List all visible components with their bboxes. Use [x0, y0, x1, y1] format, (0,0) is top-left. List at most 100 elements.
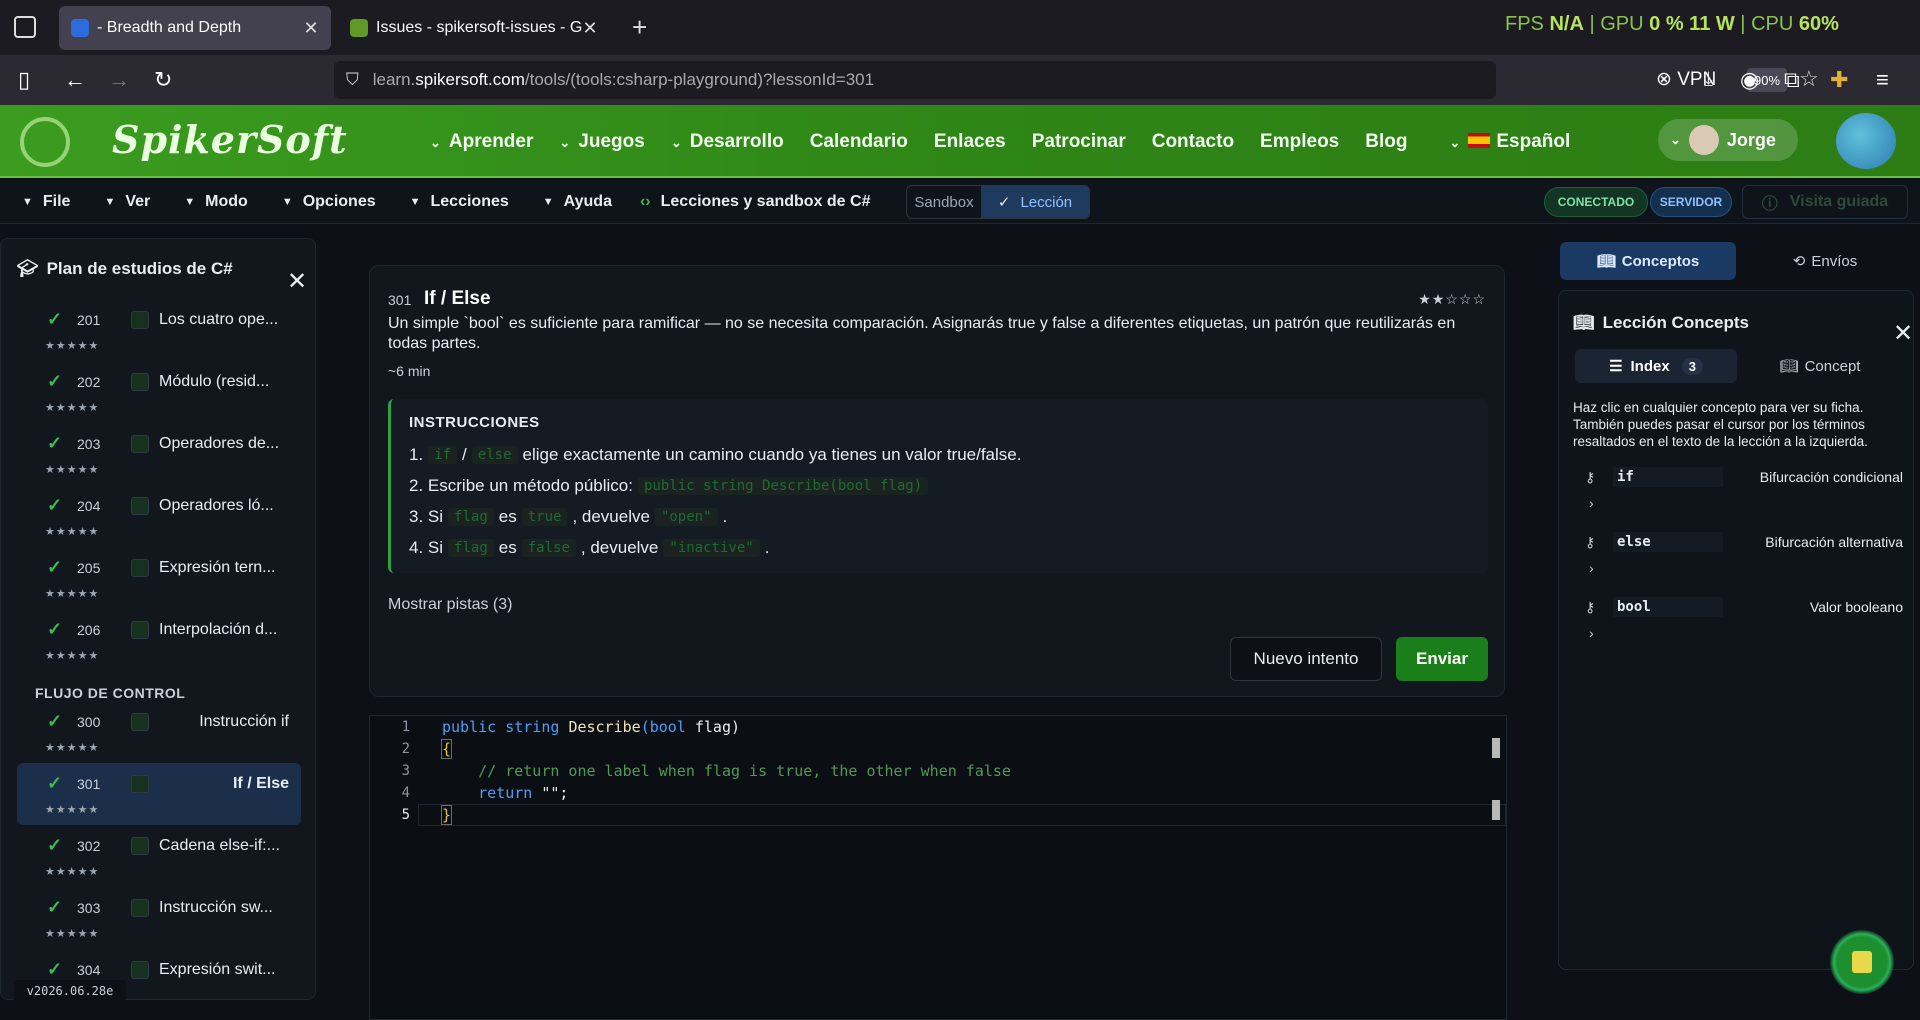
- lesson-item[interactable]: ✓ 302 Cadena else-if:... ★★★★★: [17, 825, 301, 887]
- breadcrumb: ‹› Lecciones y sandbox de C#: [640, 193, 871, 211]
- lesson-item-selected[interactable]: ✓ 301 If / Else ★★★★★: [17, 763, 301, 825]
- code-content[interactable]: public string Describe(bool flag) { // r…: [440, 716, 1011, 826]
- mode-lesson-button[interactable]: ✓ Lección: [981, 186, 1089, 218]
- account-icon[interactable]: ◉: [1740, 67, 1759, 93]
- nav-blog[interactable]: Blog: [1365, 131, 1407, 153]
- count-badge: 3: [1681, 357, 1703, 375]
- lesson-title: Módulo (resid...: [159, 373, 270, 390]
- menu-file[interactable]: ▼ File: [22, 193, 70, 211]
- menu-ayuda[interactable]: ▼ Ayuda: [543, 193, 612, 211]
- menu-modo[interactable]: ▼ Modo: [184, 193, 248, 211]
- concept-item-bool[interactable]: ⚷ bool Valor booleano ›: [1573, 597, 1903, 657]
- shield-icon: ⛉: [346, 70, 359, 89]
- power-value: 11 W: [1689, 13, 1735, 35]
- reload-icon[interactable]: ↻: [154, 67, 172, 93]
- tab-list-icon[interactable]: [14, 16, 36, 38]
- menu-opciones[interactable]: ▼ Opciones: [282, 193, 376, 211]
- lesson-title: If / Else: [232, 775, 289, 792]
- close-icon[interactable]: ✕: [287, 267, 307, 296]
- inline-code: flag: [448, 538, 494, 557]
- mode-sandbox-button[interactable]: Sandbox: [907, 186, 981, 218]
- tab-concepts[interactable]: 📖︎ Conceptos: [1560, 242, 1736, 280]
- close-icon[interactable]: ✕: [582, 18, 598, 39]
- code-token: Describe: [568, 718, 641, 736]
- lesson-number: 205: [77, 560, 101, 576]
- lesson-item[interactable]: ✓ 206 Interpolación d... ★★★★★: [17, 609, 301, 671]
- language-selector[interactable]: ⌄ Español: [1449, 131, 1570, 153]
- lesson-item[interactable]: ✓ 303 Instrucción sw... ★★★★★: [17, 887, 301, 949]
- code-brackets-icon: ‹›: [639, 192, 651, 210]
- nav-patrocinar[interactable]: Patrocinar: [1032, 131, 1126, 153]
- logo-icon[interactable]: [20, 117, 70, 167]
- nav-desarrollo[interactable]: ⌄ Desarrollo: [671, 131, 784, 153]
- forward-arrow-icon[interactable]: →: [108, 67, 130, 93]
- scroll-marker: [1492, 738, 1500, 758]
- tab-concept[interactable]: 📖︎ Concept: [1745, 349, 1895, 383]
- tab-index[interactable]: ☰ Index 3: [1575, 349, 1737, 383]
- bookmark-star-icon[interactable]: ☆: [1799, 66, 1819, 92]
- breadcrumb-label: Lecciones y sandbox de C#: [660, 192, 871, 210]
- lesson-item[interactable]: ✓ 201 Los cuatro ope... ★★★★★: [17, 299, 301, 361]
- key-icon: ⚷: [1585, 534, 1596, 550]
- menu-icon[interactable]: ≡: [1876, 67, 1889, 93]
- nav-contacto[interactable]: Contacto: [1152, 131, 1234, 153]
- sidebar-toggle-icon[interactable]: ▯: [18, 67, 30, 93]
- browser-tab-active[interactable]: - Breadth and Depth ✕: [59, 6, 331, 50]
- nav-enlaces[interactable]: Enlaces: [934, 131, 1006, 153]
- inline-code: true: [521, 507, 568, 526]
- vpn-button[interactable]: ⊗ VPN: [1656, 68, 1716, 91]
- lesson-number: 302: [77, 838, 101, 854]
- chevron-right-icon[interactable]: ›: [1589, 495, 1594, 511]
- tab-submissions[interactable]: ⟲ Envíos: [1740, 242, 1910, 280]
- lesson-item[interactable]: ✓ 204 Operadores ló... ★★★★★: [17, 485, 301, 547]
- chevron-right-icon[interactable]: ›: [1589, 625, 1594, 641]
- lesson-item[interactable]: ✓ 203 Operadores de... ★★★★★: [17, 423, 301, 485]
- concept-item-if[interactable]: ⚷ if Bifurcación condicional ›: [1573, 467, 1903, 527]
- check-icon: ✓: [47, 835, 63, 855]
- lesson-item[interactable]: ✓ 202 Módulo (resid... ★★★★★: [17, 361, 301, 423]
- menu-ver[interactable]: ▼ Ver: [104, 193, 150, 211]
- new-tab-icon[interactable]: +: [632, 12, 647, 43]
- section-heading-control-flow: FLUJO DE CONTROL: [35, 685, 186, 701]
- close-icon[interactable]: ✕: [1893, 319, 1913, 348]
- instruction-step: 1. if / else elige exactamente un camino…: [409, 439, 1470, 470]
- concept-definition: Valor booleano: [1809, 599, 1903, 615]
- fps-label: FPS: [1505, 13, 1544, 35]
- url-bar[interactable]: ⛉ learn. spikersoft.com/tools/(tools:csha…: [334, 61, 1819, 99]
- menu-label: Modo: [205, 192, 248, 210]
- inline-code[interactable]: if: [428, 445, 458, 464]
- menu-lecciones[interactable]: ▼ Lecciones: [410, 193, 509, 211]
- notebook-fab-button[interactable]: [1830, 930, 1894, 994]
- show-hints-link[interactable]: Mostrar pistas (3): [388, 596, 512, 614]
- extension-badge-icon[interactable]: ✚: [1830, 67, 1848, 93]
- url-path: /tools/(tools:csharp-playground)?lessonI…: [524, 70, 875, 89]
- step-separator: /: [462, 444, 467, 464]
- browser-tab-gitea[interactable]: Issues - spikersoft-issues - Gitea ✕: [338, 6, 610, 50]
- nav-juegos[interactable]: ⌄ Juegos: [559, 131, 644, 153]
- chevron-right-icon[interactable]: ›: [1589, 560, 1594, 576]
- lesson-list: ✓ 201 Los cuatro ope... ★★★★★ ✓ 202 Módu…: [17, 299, 301, 999]
- mode-toggle: Sandbox ✓ Lección: [906, 185, 1090, 219]
- extensions-icon[interactable]: ⧉: [1784, 67, 1800, 93]
- csharp-file-icon: [131, 713, 149, 731]
- lesson-item[interactable]: ✓ 300 Instrucción if ★★★★★: [17, 701, 301, 763]
- lesson-title: Instrucción if: [199, 713, 289, 730]
- nav-calendario[interactable]: Calendario: [810, 131, 908, 153]
- concept-item-else[interactable]: ⚷ else Bifurcación alternativa ›: [1573, 532, 1903, 592]
- csharp-file-icon: [131, 311, 149, 329]
- code-token: string: [505, 718, 560, 736]
- step-text: .: [722, 506, 728, 526]
- guided-tour-button[interactable]: ⓘ Visita guiada: [1742, 185, 1908, 219]
- nav-empleos[interactable]: Empleos: [1260, 131, 1339, 153]
- back-arrow-icon[interactable]: ←: [64, 67, 86, 93]
- lesson-title: Operadores de...: [159, 435, 280, 452]
- nav-aprender[interactable]: ⌄ Aprender: [430, 131, 533, 153]
- submit-button[interactable]: Enviar: [1396, 637, 1488, 681]
- close-icon[interactable]: ✕: [303, 18, 319, 39]
- user-menu[interactable]: ⌄ Jorge: [1658, 119, 1798, 161]
- inline-code[interactable]: else: [471, 445, 518, 464]
- retry-button[interactable]: Nuevo intento: [1230, 637, 1382, 681]
- site-logo[interactable]: SpikerSoft: [112, 117, 348, 162]
- code-editor[interactable]: 1 2 3 4 5 public string Describe(bool fl…: [369, 715, 1507, 1020]
- lesson-item[interactable]: ✓ 205 Expresión tern... ★★★★★: [17, 547, 301, 609]
